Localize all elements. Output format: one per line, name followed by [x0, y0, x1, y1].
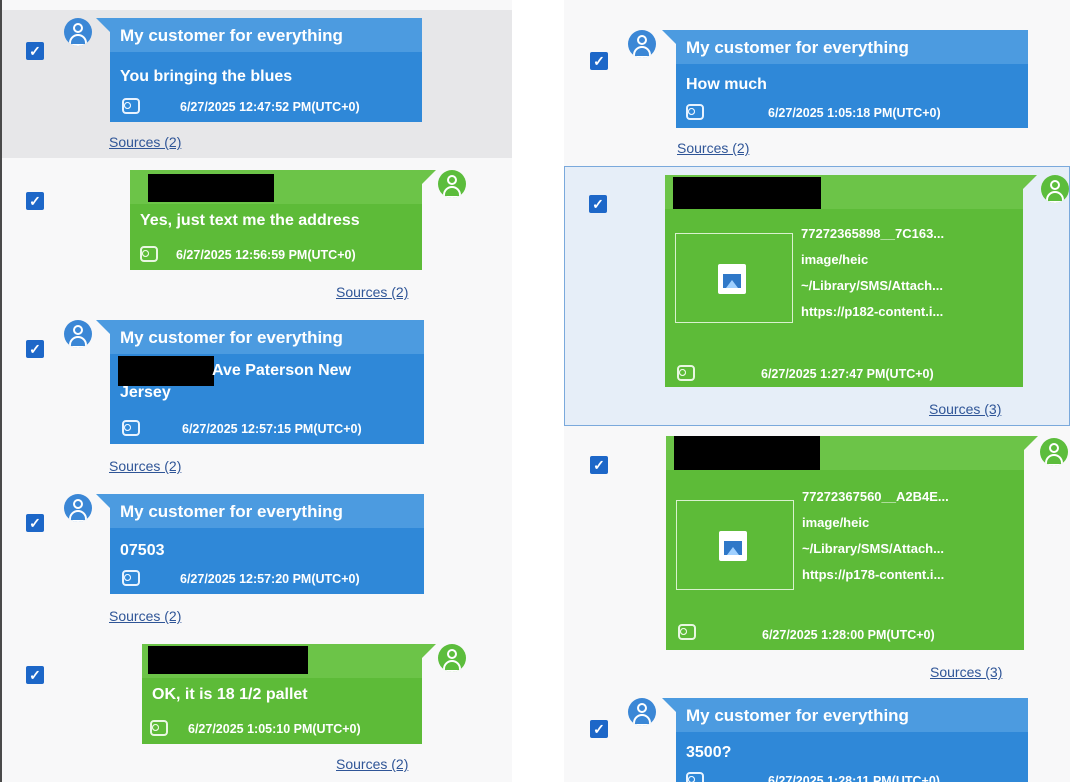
sources-link[interactable]: Sources (2) — [109, 608, 181, 624]
message-checkbox[interactable]: ✓ — [26, 42, 44, 60]
message-row[interactable]: ✓ My customer for everything Ave Paterso… — [2, 312, 512, 482]
image-file-icon — [719, 531, 747, 561]
sender-name: My customer for everything — [120, 328, 343, 347]
message-timestamp: 6/27/2025 1:05:10 PM(UTC+0) — [188, 722, 361, 736]
message-row[interactable]: ✓ My customer for everything How much 6/… — [564, 22, 1070, 166]
message-row[interactable]: ✓ OK, it is 18 1/2 pallet 6/27/2025 1:05… — [2, 634, 512, 782]
message-text: How much — [686, 76, 767, 93]
participants-icon — [140, 246, 158, 262]
sources-link[interactable]: Sources (3) — [929, 401, 1001, 417]
message-text: Ave Paterson New — [212, 362, 352, 379]
contact-avatar-icon — [1040, 438, 1068, 466]
contact-avatar-icon — [438, 644, 466, 672]
contact-avatar-icon — [438, 170, 466, 198]
message-timestamp: 6/27/2025 1:05:18 PM(UTC+0) — [768, 106, 941, 120]
contact-avatar-icon — [628, 698, 656, 726]
message-row[interactable]: ✓ 77272367560__A2B4E... image/heic ~/Lib… — [564, 428, 1070, 688]
attachment-type: image/heic — [801, 252, 869, 267]
message-checkbox[interactable]: ✓ — [590, 52, 608, 70]
message-timestamp: 6/27/2025 12:57:20 PM(UTC+0) — [180, 572, 360, 586]
message-text: OK, it is 18 1/2 pallet — [152, 686, 308, 703]
message-text: 07503 — [120, 542, 165, 559]
participants-icon — [122, 570, 140, 586]
sender-name: My customer for everything — [120, 502, 343, 521]
sources-link[interactable]: Sources (2) — [336, 756, 408, 772]
attachment-name: 77272367560__A2B4E... — [802, 489, 949, 504]
message-checkbox[interactable]: ✓ — [589, 195, 607, 213]
sources-link[interactable]: Sources (2) — [109, 134, 181, 150]
sender-name: My customer for everything — [120, 26, 343, 45]
message-row[interactable]: ✓ My customer for everything You bringin… — [2, 10, 512, 158]
sender-name: My customer for everything — [686, 706, 909, 725]
contact-avatar-icon — [64, 320, 92, 348]
participants-icon — [122, 98, 140, 114]
incoming-message-bubble[interactable]: My customer for everything 3500? 6/27/20… — [662, 698, 1028, 782]
message-text: Yes, just text me the address — [140, 212, 360, 229]
attachment-path: ~/Library/SMS/Attach... — [802, 541, 944, 556]
contact-avatar-icon — [64, 494, 92, 522]
message-timestamp: 6/27/2025 12:56:59 PM(UTC+0) — [176, 248, 356, 262]
attachment-path: ~/Library/SMS/Attach... — [801, 278, 943, 293]
message-row-selected[interactable]: ✓ 77272365898__7C163... image/heic ~/Lib… — [564, 166, 1070, 426]
redacted-sender — [148, 174, 274, 202]
message-checkbox[interactable]: ✓ — [590, 720, 608, 738]
message-row[interactable]: ✓ My customer for everything 3500? 6/27/… — [564, 690, 1070, 782]
sources-link[interactable]: Sources (2) — [677, 140, 749, 156]
outgoing-message-bubble[interactable]: 77272367560__A2B4E... image/heic ~/Libra… — [666, 436, 1038, 650]
message-text: 3500? — [686, 744, 732, 761]
outgoing-message-bubble[interactable]: OK, it is 18 1/2 pallet 6/27/2025 1:05:1… — [142, 644, 436, 744]
attachment-thumbnail[interactable] — [675, 233, 793, 323]
attachment-thumbnail[interactable] — [676, 500, 794, 590]
attachment-details: 77272367560__A2B4E... image/heic ~/Libra… — [802, 484, 949, 588]
sources-link[interactable]: Sources (3) — [930, 664, 1002, 680]
message-timestamp: 6/27/2025 12:47:52 PM(UTC+0) — [180, 100, 360, 114]
message-row[interactable]: ✓ Yes, just text me the address 6/27/202… — [2, 160, 512, 310]
message-timestamp: 6/27/2025 1:28:00 PM(UTC+0) — [762, 628, 935, 642]
sources-link[interactable]: Sources (2) — [336, 284, 408, 300]
outgoing-message-bubble[interactable]: Yes, just text me the address 6/27/2025 … — [130, 170, 436, 270]
message-checkbox[interactable]: ✓ — [26, 192, 44, 210]
participants-icon — [678, 624, 696, 640]
redacted-sender — [674, 436, 820, 470]
attachment-type: image/heic — [802, 515, 870, 530]
contact-avatar-icon — [1041, 175, 1069, 203]
redacted-sender — [673, 177, 821, 209]
message-checkbox[interactable]: ✓ — [26, 514, 44, 532]
message-row[interactable]: ✓ My customer for everything 07503 6/27/… — [2, 486, 512, 630]
message-checkbox[interactable]: ✓ — [26, 666, 44, 684]
redacted-sender — [148, 646, 308, 674]
participants-icon — [686, 772, 704, 782]
message-timestamp: 6/27/2025 12:57:15 PM(UTC+0) — [182, 422, 362, 436]
sources-link[interactable]: Sources (2) — [109, 458, 181, 474]
message-checkbox[interactable]: ✓ — [590, 456, 608, 474]
attachment-url: https://p178-content.i... — [802, 567, 945, 582]
attachment-url: https://p182-content.i... — [801, 304, 944, 319]
message-checkbox[interactable]: ✓ — [26, 340, 44, 358]
sender-name: My customer for everything — [686, 38, 909, 57]
message-timestamp: 6/27/2025 1:27:47 PM(UTC+0) — [761, 367, 934, 381]
incoming-message-bubble[interactable]: My customer for everything How much 6/27… — [662, 30, 1028, 128]
message-text: You bringing the blues — [120, 68, 293, 85]
participants-icon — [677, 365, 695, 381]
image-file-icon — [718, 264, 746, 294]
attachment-details: 77272365898__7C163... image/heic ~/Libra… — [801, 221, 944, 325]
participants-icon — [686, 104, 704, 120]
participants-icon — [122, 420, 140, 436]
incoming-message-bubble[interactable]: My customer for everything 07503 6/27/20… — [96, 494, 424, 594]
contact-avatar-icon — [628, 30, 656, 58]
left-message-panel: ✓ My customer for everything You bringin… — [0, 0, 512, 782]
outgoing-message-bubble[interactable]: 77272365898__7C163... image/heic ~/Libra… — [665, 175, 1037, 387]
incoming-message-bubble[interactable]: My customer for everything You bringing … — [96, 18, 422, 122]
contact-avatar-icon — [64, 18, 92, 46]
message-timestamp: 6/27/2025 1:28:11 PM(UTC+0) — [768, 774, 940, 782]
attachment-name: 77272365898__7C163... — [801, 226, 945, 241]
message-text-continued: Jersey — [120, 384, 171, 401]
participants-icon — [150, 720, 168, 736]
incoming-message-bubble[interactable]: My customer for everything Ave Paterson … — [96, 320, 424, 444]
right-message-panel: ✓ My customer for everything How much 6/… — [564, 0, 1070, 782]
